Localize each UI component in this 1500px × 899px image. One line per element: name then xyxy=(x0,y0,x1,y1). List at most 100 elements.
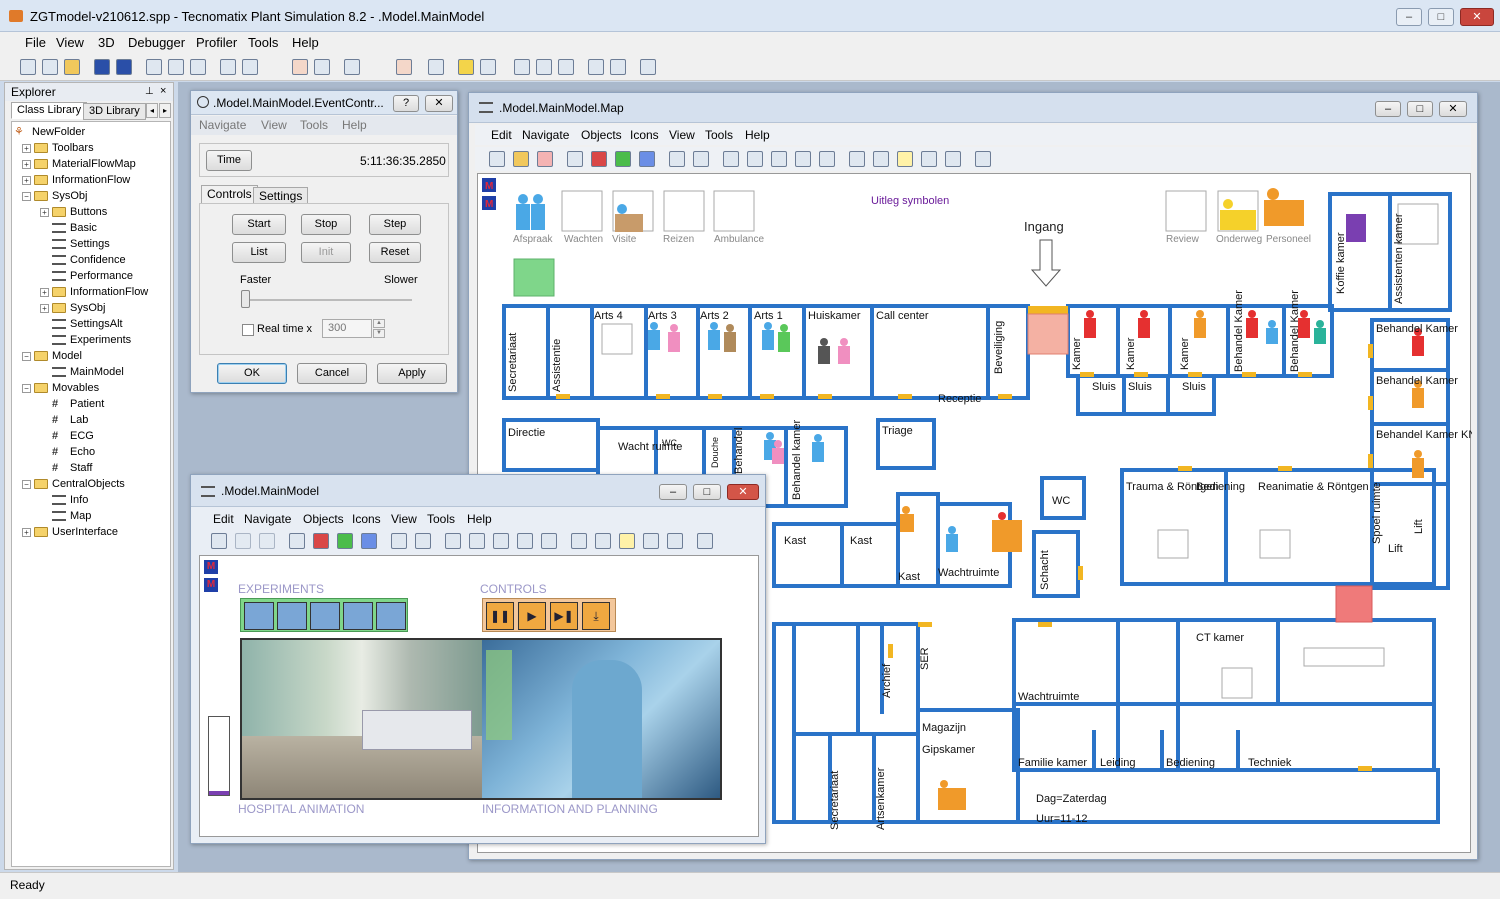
tab-scroll-right-icon[interactable]: ▸ xyxy=(159,103,171,118)
binoculars-icon[interactable] xyxy=(211,533,227,549)
chart-icon[interactable] xyxy=(588,59,604,75)
grid-icon[interactable] xyxy=(643,533,659,549)
network-icon[interactable] xyxy=(480,59,496,75)
fit-icon[interactable] xyxy=(771,151,787,167)
menu-help[interactable]: Help xyxy=(342,118,367,132)
tree-node[interactable]: + Toolbars xyxy=(22,140,94,156)
reset-button[interactable]: Reset xyxy=(369,242,421,263)
zoom-out-icon[interactable] xyxy=(469,533,485,549)
start-icon[interactable] xyxy=(615,151,631,167)
apply-button[interactable]: Apply xyxy=(377,363,447,384)
comment-icon[interactable] xyxy=(897,151,913,167)
menu-objects[interactable]: Objects xyxy=(581,128,622,142)
grid-icon[interactable] xyxy=(921,151,937,167)
menu-edit[interactable]: Edit xyxy=(491,128,512,142)
menu-navigate[interactable]: Navigate xyxy=(244,512,291,526)
sweep-icon[interactable] xyxy=(693,151,709,167)
menu-file[interactable]: File xyxy=(25,35,46,50)
delete-icon[interactable] xyxy=(669,151,685,167)
map-maximize-button[interactable]: □ xyxy=(1407,101,1433,117)
map-minimize-button[interactable]: – xyxy=(1375,101,1401,117)
chart-button[interactable] xyxy=(343,602,373,630)
menu-tools[interactable]: Tools xyxy=(248,35,278,50)
maximize-button[interactable]: □ xyxy=(1428,8,1454,26)
up-folder-icon[interactable] xyxy=(513,151,529,167)
zoom-in-icon[interactable] xyxy=(723,151,739,167)
align-icon[interactable] xyxy=(945,151,961,167)
main-model-canvas[interactable]: M M EXPERIMENTS CONTROLS ❚❚ ▶ ▶❚ ⤓ HOSPI… xyxy=(199,555,759,837)
tree-node[interactable]: Confidence xyxy=(52,252,126,268)
event-controller-icon[interactable] xyxy=(289,533,305,549)
explorer-icon[interactable] xyxy=(146,59,162,75)
mm-close-button[interactable]: ✕ xyxy=(727,484,759,500)
close-button[interactable]: ✕ xyxy=(1460,8,1494,26)
tree-node[interactable]: + SysObj xyxy=(40,300,105,316)
menu-navigate[interactable]: Navigate xyxy=(522,128,569,142)
list-button[interactable]: List xyxy=(232,242,286,263)
fast-forward-icon[interactable] xyxy=(361,533,377,549)
3d-icon[interactable] xyxy=(292,59,308,75)
tab-class-library[interactable]: Class Library xyxy=(11,102,88,119)
help-icon[interactable] xyxy=(697,533,713,549)
connector-icon[interactable] xyxy=(849,151,865,167)
tree-node[interactable]: − CentralObjects xyxy=(22,476,125,492)
layout-icon[interactable] xyxy=(242,59,258,75)
tree-node[interactable]: + UserInterface xyxy=(22,524,118,540)
spin-up-icon[interactable]: ▲ xyxy=(373,319,385,328)
home-icon[interactable] xyxy=(537,151,553,167)
play-button[interactable]: ▶ xyxy=(518,602,546,630)
tree-node[interactable]: MainModel xyxy=(52,364,124,380)
menu-help[interactable]: Help xyxy=(745,128,770,142)
menu-view[interactable]: View xyxy=(669,128,695,142)
step-forward-button[interactable]: ▶❚ xyxy=(550,602,578,630)
console-icon[interactable] xyxy=(168,59,184,75)
tools-icon[interactable] xyxy=(190,59,206,75)
menu-tools[interactable]: Tools xyxy=(427,512,455,526)
menu-tools[interactable]: Tools xyxy=(300,118,328,132)
tree-node[interactable]: # Patient xyxy=(52,396,104,412)
sweep-icon[interactable] xyxy=(415,533,431,549)
pencil-icon[interactable] xyxy=(819,151,835,167)
help-icon[interactable] xyxy=(975,151,991,167)
menu-view[interactable]: View xyxy=(391,512,417,526)
init-button[interactable]: Init xyxy=(301,242,351,263)
clipboard-icon[interactable] xyxy=(795,151,811,167)
clock-icon[interactable] xyxy=(428,59,444,75)
menu-icons[interactable]: Icons xyxy=(630,128,659,142)
table-button[interactable] xyxy=(277,602,307,630)
film-icon[interactable] xyxy=(558,59,574,75)
time-button[interactable]: Time xyxy=(206,150,252,171)
map-close-button[interactable]: ✕ xyxy=(1439,101,1467,117)
zoom-out-icon[interactable] xyxy=(747,151,763,167)
delete-icon[interactable] xyxy=(391,533,407,549)
3d-log-icon[interactable] xyxy=(396,59,412,75)
tree-node[interactable]: Basic xyxy=(52,220,97,236)
align-icon[interactable] xyxy=(667,533,683,549)
pencil-icon[interactable] xyxy=(541,533,557,549)
comment-icon[interactable] xyxy=(619,533,635,549)
model-marker[interactable]: M xyxy=(204,578,218,592)
realtime-input[interactable]: 300 xyxy=(322,319,372,338)
new-icon[interactable] xyxy=(20,59,36,75)
tree-node[interactable]: # Staff xyxy=(52,460,92,476)
tree-node[interactable]: − Movables xyxy=(22,380,99,396)
menu-help[interactable]: Help xyxy=(467,512,492,526)
menu-objects[interactable]: Objects xyxy=(303,512,344,526)
download-button[interactable]: ⤓ xyxy=(582,602,610,630)
tree-node[interactable]: Map xyxy=(52,508,91,524)
tree-node[interactable]: Info xyxy=(52,492,88,508)
report-icon[interactable] xyxy=(610,59,626,75)
start-icon[interactable] xyxy=(337,533,353,549)
menu-profiler[interactable]: Profiler xyxy=(196,35,237,50)
tree-node[interactable]: # ECG xyxy=(52,428,94,444)
tree-node[interactable]: + MaterialFlowMap xyxy=(22,156,136,172)
close-explorer-icon[interactable]: × xyxy=(160,85,166,97)
fast-forward-icon[interactable] xyxy=(639,151,655,167)
tab-settings[interactable]: Settings xyxy=(253,187,309,204)
connector-icon[interactable] xyxy=(571,533,587,549)
tree-node[interactable]: + InformationFlow xyxy=(40,284,148,300)
pause-button[interactable]: ❚❚ xyxy=(486,602,514,630)
cancel-button[interactable]: Cancel xyxy=(297,363,367,384)
tree-node[interactable]: + Buttons xyxy=(40,204,107,220)
start-button[interactable]: Start xyxy=(232,214,286,235)
